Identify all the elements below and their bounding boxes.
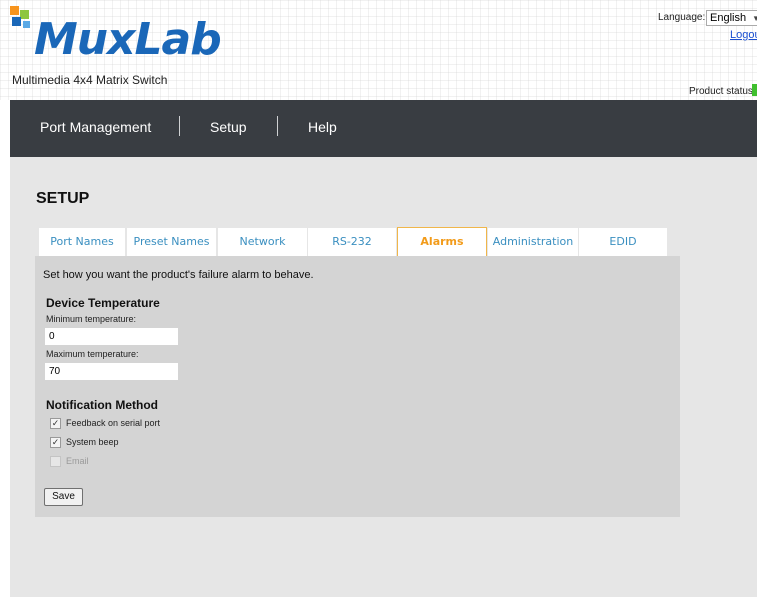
max-temperature-input[interactable]: 70 [45, 363, 178, 380]
page-title: SETUP [36, 190, 90, 207]
max-temperature-label: Maximum temperature: [46, 349, 139, 359]
system-beep-checkbox[interactable]: ✓ [50, 437, 61, 448]
product-tagline: Multimedia 4x4 Matrix Switch [12, 73, 168, 87]
alarms-panel: Set how you want the product's failure a… [35, 256, 680, 517]
tab-edid[interactable]: EDID [579, 228, 667, 256]
tab-network[interactable]: Network [218, 228, 307, 256]
chevron-down-icon: ▼ [752, 14, 757, 23]
product-status-label: Product status: [689, 86, 756, 97]
nav-divider [179, 116, 180, 136]
tab-port-names[interactable]: Port Names [39, 228, 125, 256]
nav-divider [277, 116, 278, 136]
nav-help[interactable]: Help [308, 119, 337, 135]
nav-port-management[interactable]: Port Management [40, 119, 151, 135]
min-temperature-input[interactable]: 0 [45, 328, 178, 345]
min-temperature-label: Minimum temperature: [46, 314, 137, 324]
header: MuxLab Multimedia 4x4 Matrix Switch Lang… [0, 0, 757, 100]
notification-method-heading: Notification Method [46, 398, 158, 412]
serial-feedback-checkbox[interactable]: ✓ [50, 418, 61, 429]
language-label: Language: [658, 12, 706, 23]
main-nav: Port Management Setup Help [10, 100, 757, 157]
device-temperature-heading: Device Temperature [46, 296, 160, 310]
save-button[interactable]: Save [44, 488, 83, 506]
intro-text: Set how you want the product's failure a… [43, 269, 314, 281]
brand-name: MuxLab [34, 14, 222, 65]
serial-feedback-label: Feedback on serial port [66, 418, 161, 428]
email-label: Email [66, 456, 89, 466]
system-beep-label: System beep [66, 437, 119, 447]
tab-preset-names[interactable]: Preset Names [127, 228, 216, 256]
language-select[interactable]: English ▼ [706, 10, 757, 26]
nav-setup[interactable]: Setup [210, 119, 247, 135]
status-indicator-icon [752, 84, 757, 96]
tab-rs232[interactable]: RS-232 [308, 228, 396, 256]
main-content: SETUP Port Names Preset Names Network RS… [10, 157, 757, 597]
language-select-value: English [710, 12, 747, 24]
logout-link[interactable]: Logout [730, 29, 757, 41]
email-checkbox [50, 456, 61, 467]
tab-alarms[interactable]: Alarms [397, 227, 487, 256]
tab-administration[interactable]: Administration [488, 228, 578, 256]
